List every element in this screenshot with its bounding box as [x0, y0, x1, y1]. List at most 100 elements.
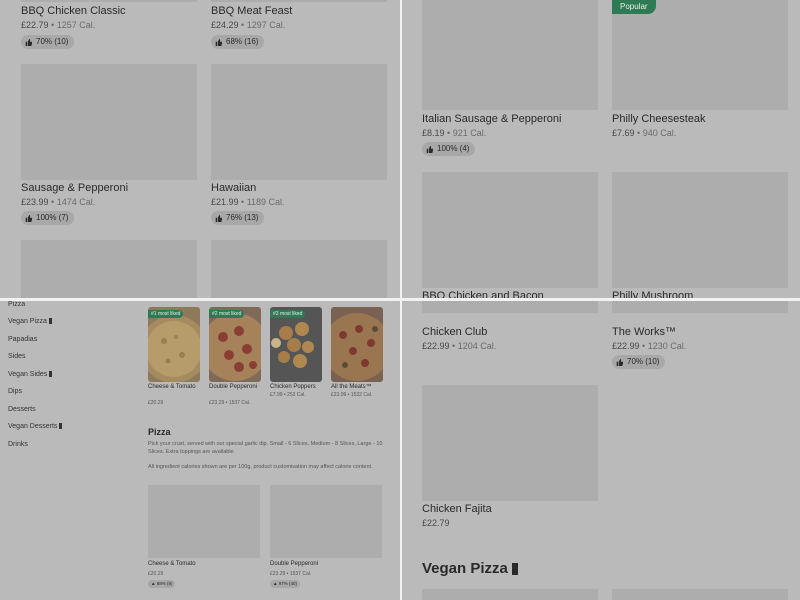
rating-pill: ▲ 97% (40) [270, 580, 300, 588]
sep: • [48, 197, 57, 207]
item-image[interactable] [270, 485, 382, 558]
item-image[interactable] [21, 240, 197, 298]
price: £23.99 [21, 197, 49, 207]
item-name[interactable]: Italian Sausage & Pepperoni [422, 113, 561, 125]
item-image[interactable] [422, 301, 598, 313]
most-liked-name[interactable]: Cheese & Tomato [148, 383, 204, 391]
sep: • [238, 20, 247, 30]
thumbs-up-icon [215, 38, 222, 46]
rating-pill: 76% (13) [211, 211, 265, 225]
section-title: Pizza [148, 427, 171, 437]
rating-text: 70% (10) [36, 37, 69, 46]
cheese-tomato-pizza-image [148, 307, 200, 382]
most-liked-name[interactable]: Chicken Poppers [270, 383, 326, 391]
item-price: £24.29 • 1297 Cal. [211, 20, 285, 30]
sep: • [639, 341, 648, 351]
sidebar-item-sides[interactable]: Sides [8, 353, 26, 360]
item-price: £22.99 • 1204 Cal. [422, 341, 496, 351]
sidebar-item-papadias[interactable]: Papadias [8, 336, 37, 343]
item-name[interactable]: Philly Cheesesteak [612, 113, 706, 125]
quadrant-divider-horizontal [0, 298, 800, 301]
rating-pill: 100% (4) [422, 142, 476, 156]
price: £23.29 [270, 571, 286, 577]
nav-label: Sides [8, 353, 26, 360]
item-price: £22.99 • 1230 Cal. [612, 341, 686, 351]
item-name[interactable]: BBQ Chicken and Bacon [422, 290, 544, 298]
sep: • [48, 20, 57, 30]
price: £8.19 [422, 128, 445, 138]
item-image[interactable] [612, 172, 788, 288]
item-name[interactable]: Philly Mushroom [612, 290, 693, 298]
sidebar-item-pizza[interactable]: Pizza [8, 301, 25, 308]
sidebar-item-drinks[interactable]: Drinks [8, 441, 28, 448]
item-name[interactable]: BBQ Chicken Classic [21, 5, 126, 17]
thumbs-up-icon [25, 38, 32, 46]
item-image[interactable] [422, 172, 598, 288]
item-name[interactable]: Chicken Club [422, 326, 487, 338]
most-liked-name[interactable]: All the Meats™ [331, 383, 387, 391]
item-image[interactable] [211, 240, 387, 298]
price: £24.29 [211, 20, 239, 30]
item-price: £22.79 [422, 518, 450, 528]
most-liked-price: £23.29 • 1537 Cal. [209, 400, 250, 406]
sidebar-item-vegan-sides[interactable]: Vegan Sides [8, 371, 53, 378]
item-name[interactable]: Chicken Fajita [422, 503, 492, 515]
most-liked-badge: #1 most liked [148, 310, 184, 318]
thumbs-up-icon [616, 358, 623, 366]
chicken-poppers-image [270, 307, 322, 382]
sidebar-item-vegan-pizza[interactable]: Vegan Pizza [8, 318, 52, 325]
item-image[interactable] [612, 301, 788, 313]
sep: • [238, 197, 247, 207]
item-image[interactable] [148, 485, 260, 558]
most-liked-price: £23.99 • 1532 Cal. [331, 392, 372, 398]
item-name[interactable]: BBQ Meat Feast [211, 5, 292, 17]
item-price: £23.99 • 1474 Cal. [21, 197, 95, 207]
item-image[interactable] [21, 0, 197, 2]
item-image[interactable] [422, 385, 598, 501]
menu-panel-top-left: BBQ Chicken Classic £22.79 • 1257 Cal. 7… [0, 0, 400, 298]
item-price: £7.69 • 940 Cal. [612, 128, 676, 138]
calories: 1537 Cal. [228, 400, 251, 406]
item-image[interactable] [422, 589, 598, 600]
item-name[interactable]: Cheese & Tomato [148, 561, 196, 567]
menu-panel-bottom-right: Chicken Club £22.99 • 1204 Cal. The Work… [402, 301, 800, 600]
calories: 940 Cal. [642, 128, 677, 138]
most-liked-price: £7.99 • 253 Cal. [270, 392, 306, 398]
sidebar-item-dips[interactable]: Dips [8, 388, 22, 395]
calories: 253 Cal. [287, 392, 306, 398]
item-name[interactable]: Hawaiian [211, 182, 256, 194]
rating-text: 100% (4) [437, 144, 470, 153]
section-note: All ingredient calories shown are per 10… [148, 464, 373, 470]
nav-label: Papadias [8, 336, 38, 343]
item-image[interactable] [422, 0, 598, 110]
price: £7.99 [270, 392, 283, 398]
rating-text: 97% (40) [278, 581, 297, 586]
price: £7.69 [612, 128, 635, 138]
price: £22.79 [21, 20, 49, 30]
calories: 1204 Cal. [457, 341, 497, 351]
rating-text: 88% (9) [156, 581, 173, 586]
item-name[interactable]: Double Pepperoni [270, 561, 318, 567]
item-image[interactable] [21, 64, 197, 180]
rating-text: 70% (10) [627, 357, 660, 366]
section-description: Pick your crust, served with our special… [148, 441, 383, 455]
item-price: £8.19 • 921 Cal. [422, 128, 486, 138]
nav-label: Desserts [8, 406, 36, 413]
sidebar-item-vegan-desserts[interactable]: Vegan Desserts [8, 423, 63, 430]
most-liked-name[interactable]: Double Pepperoni [209, 383, 265, 391]
item-image[interactable] [612, 589, 788, 600]
item-image[interactable] [211, 64, 387, 180]
thumbs-up-icon [426, 145, 433, 153]
item-image[interactable] [612, 0, 788, 110]
rating-text: 68% (16) [226, 37, 259, 46]
calories: 1230 Cal. [647, 341, 687, 351]
calories: 1257 Cal. [56, 20, 96, 30]
item-name[interactable]: Sausage & Pepperoni [21, 182, 128, 194]
item-name[interactable]: The Works™ [612, 326, 676, 338]
sidebar-item-desserts[interactable]: Desserts [8, 406, 36, 413]
rating-pill: ▲ 88% (9) [148, 580, 176, 588]
item-price: £20.29 [148, 571, 164, 577]
item-image[interactable] [211, 0, 387, 2]
most-liked-badge: #3 most liked [270, 310, 306, 318]
rating-pill: 70% (10) [612, 355, 666, 369]
